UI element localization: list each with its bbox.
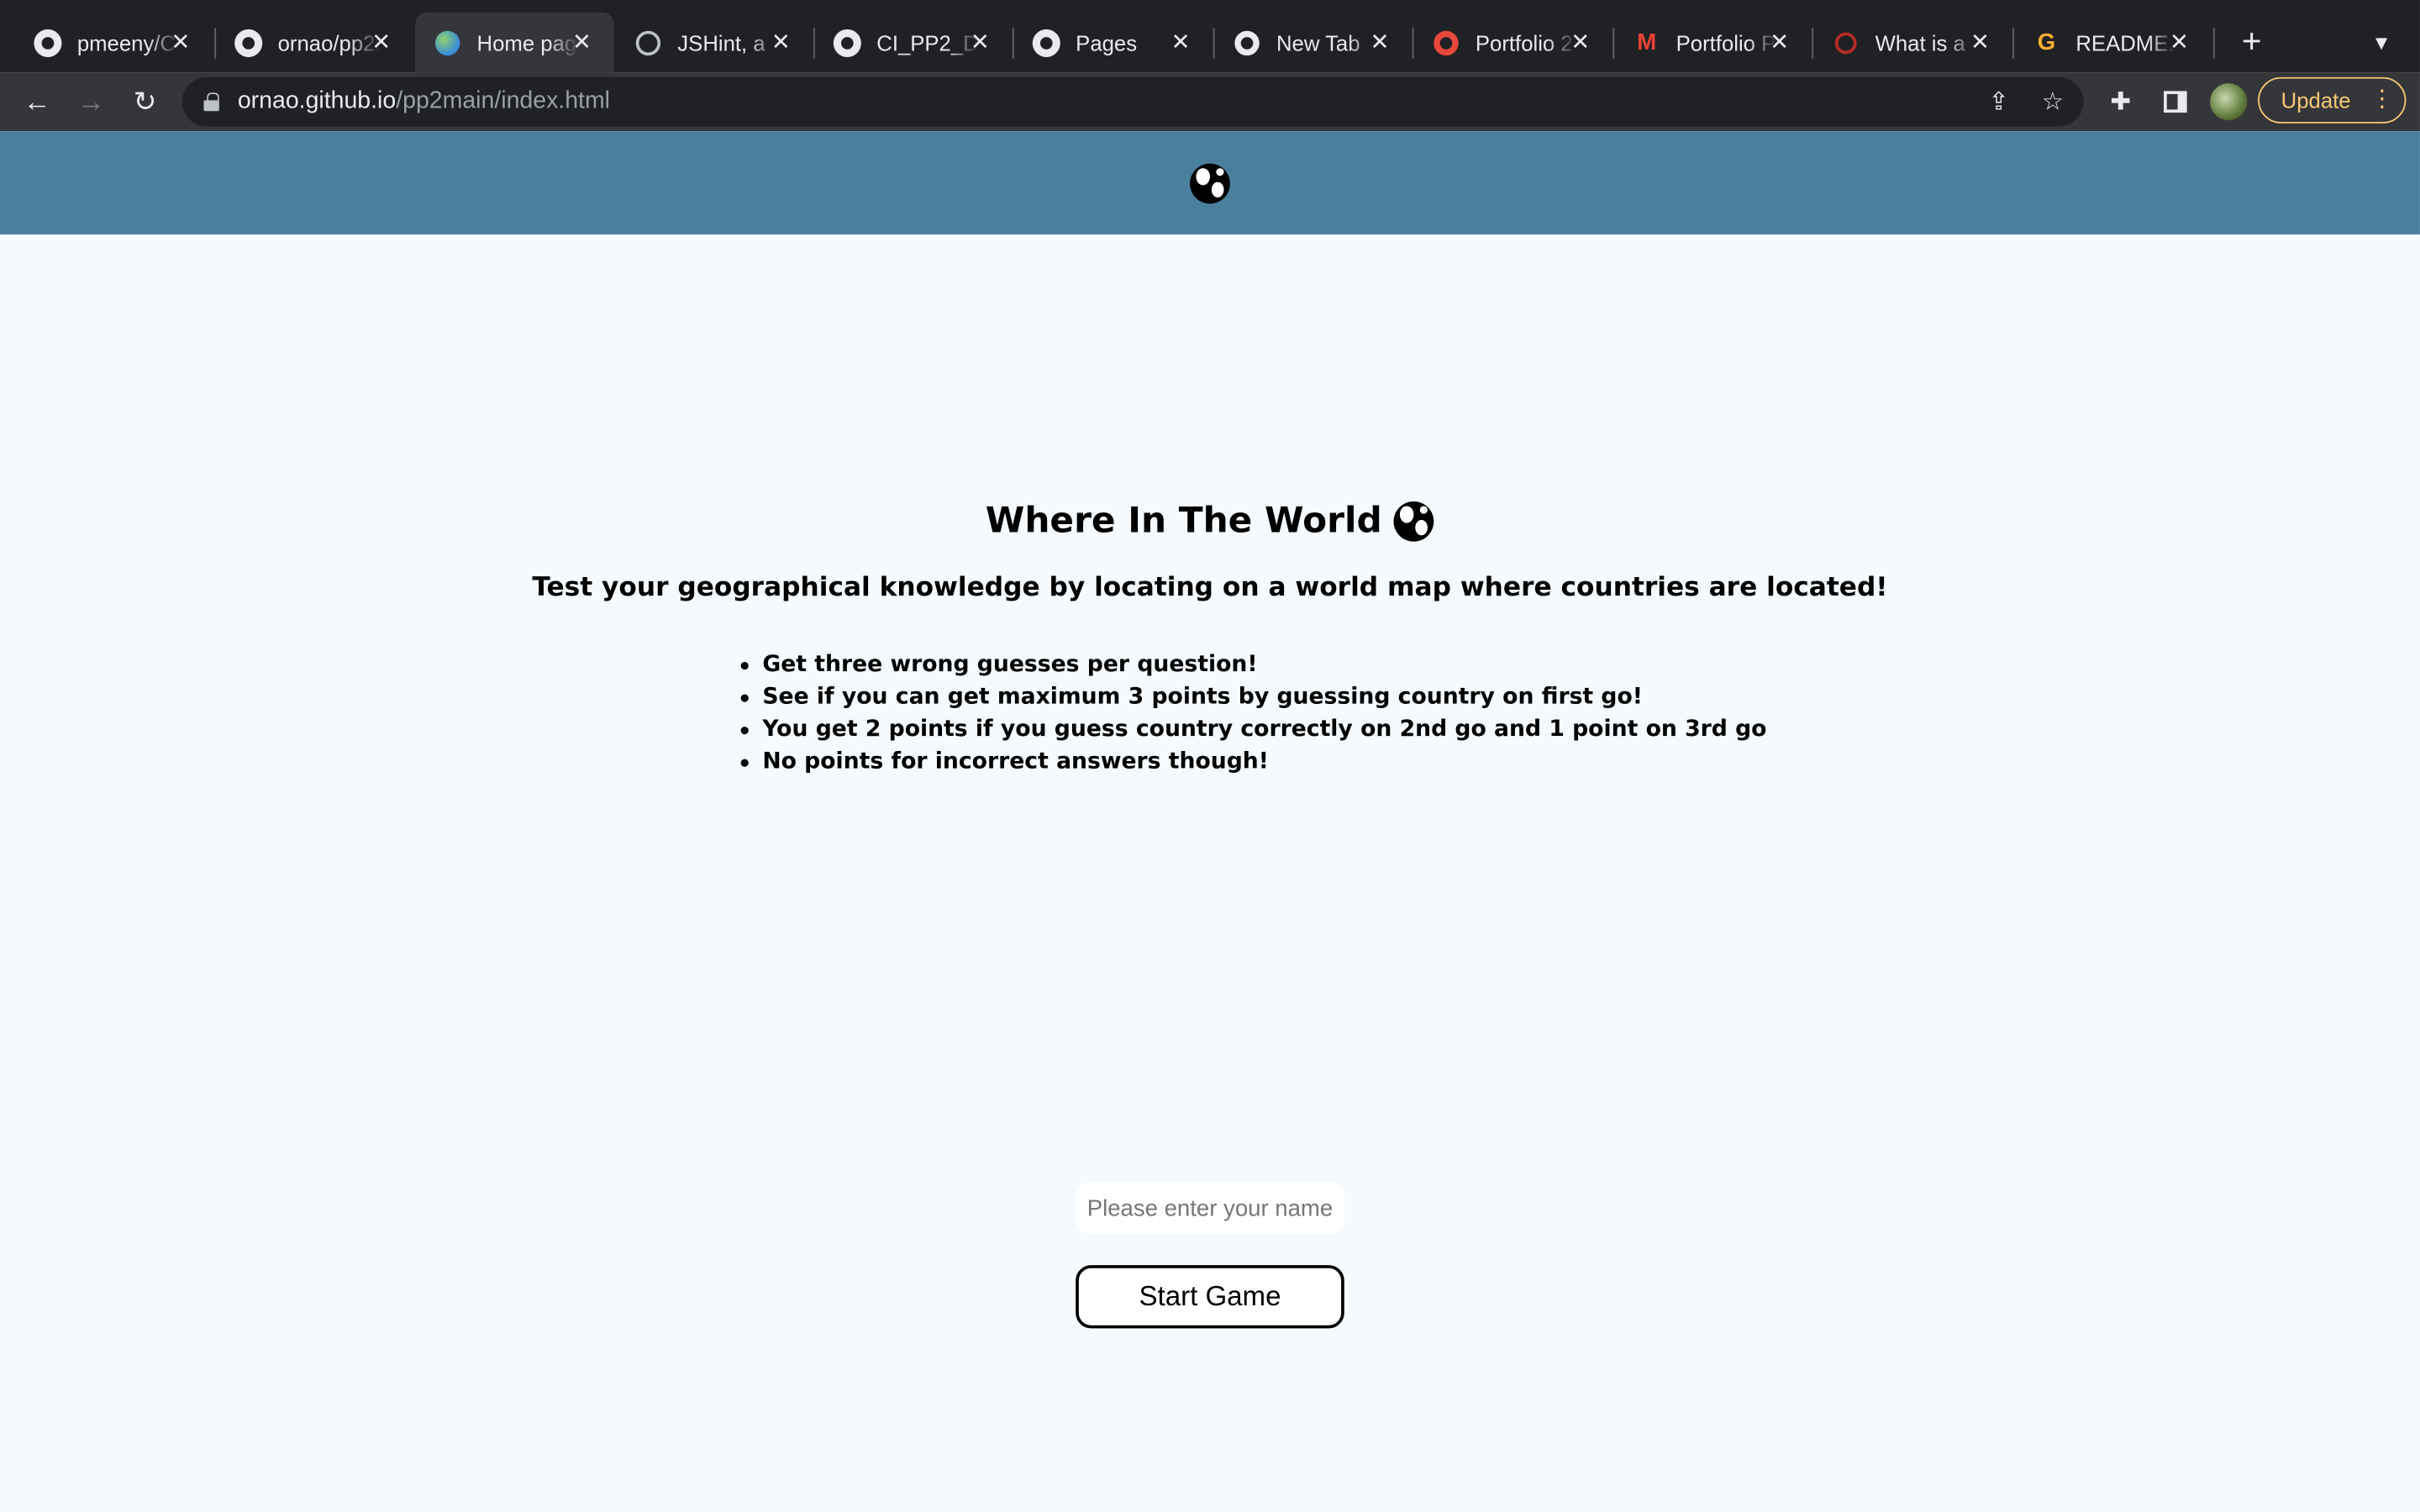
- update-button[interactable]: Update ⋮: [2258, 76, 2407, 123]
- update-label: Update: [2281, 87, 2351, 113]
- reload-icon[interactable]: ↻: [124, 81, 166, 123]
- close-icon[interactable]: ✕: [1167, 28, 1195, 55]
- tab-new-tab[interactable]: New Tab ✕: [1214, 13, 1412, 73]
- rule-item: You get 2 points if you guess country co…: [738, 714, 1766, 747]
- close-icon[interactable]: ✕: [1966, 28, 1994, 55]
- tab-quora[interactable]: What is a ✕: [1813, 13, 2012, 73]
- intro-section: Where In The World Test your geographica…: [0, 501, 2420, 1329]
- url-host: ornao.github.io: [237, 87, 397, 114]
- tab-divider: [2212, 28, 2215, 59]
- rule-item: No points for incorrect answers though!: [738, 747, 1767, 780]
- close-icon[interactable]: ✕: [568, 28, 596, 55]
- close-icon[interactable]: ✕: [1765, 28, 1793, 55]
- tab-label: Pages: [1076, 29, 1138, 55]
- tab-search-chevron-icon[interactable]: ▼: [2365, 24, 2398, 58]
- tab-label: New Tab: [1276, 29, 1360, 55]
- rules-list: Get three wrong guesses per question! Se…: [738, 649, 1767, 780]
- quora-icon: [1832, 29, 1860, 56]
- github-icon: [34, 28, 62, 57]
- globe-icon: [1190, 162, 1230, 203]
- tab-label: Home page: [476, 29, 579, 55]
- close-icon[interactable]: ✕: [1365, 28, 1393, 55]
- name-input[interactable]: [1076, 1181, 1344, 1235]
- tab-label: Portfolio P: [1676, 29, 1776, 55]
- more-menu-icon[interactable]: ⋮: [2370, 85, 2394, 113]
- ring-icon: [1432, 29, 1460, 56]
- extensions-puzzle-icon[interactable]: ✚: [2101, 81, 2141, 122]
- close-icon[interactable]: ✕: [966, 28, 994, 55]
- tab-label: Portfolio 2: [1475, 29, 1573, 55]
- profile-avatar[interactable]: [2210, 83, 2248, 121]
- github-icon: [1032, 28, 1060, 57]
- close-icon[interactable]: ✕: [2165, 28, 2193, 55]
- close-icon[interactable]: ✕: [367, 28, 395, 55]
- bookmark-star-icon[interactable]: ☆: [2036, 85, 2070, 118]
- chrome-icon: [1234, 29, 1261, 56]
- tab-portfolio-2[interactable]: Portfolio 2 ✕: [1413, 13, 1612, 73]
- tab-home-page[interactable]: Home page ✕: [415, 12, 615, 73]
- tab-label: CI_PP2_D: [876, 29, 979, 55]
- tab-gmail-portfolio[interactable]: M Portfolio P ✕: [1614, 13, 1812, 73]
- back-arrow-icon[interactable]: ←: [15, 81, 58, 123]
- page-subtitle: Test your geographical knowledge by loca…: [532, 572, 1888, 604]
- start-game-button[interactable]: Start Game: [1076, 1265, 1344, 1329]
- tab-label: JSHint, a: [677, 29, 765, 55]
- tab-readme[interactable]: G README.md ✕: [2014, 13, 2212, 73]
- gmail-icon: M: [1637, 29, 1657, 56]
- url-path: /pp2main/index.html: [396, 87, 611, 114]
- globe-favicon-icon: [434, 29, 461, 56]
- tab-strip: pmeeny/CI_PP2 ✕ ornao/pp2main ✕ Home pag…: [0, 0, 2420, 73]
- page-title: Where In The World: [0, 501, 2420, 542]
- close-icon[interactable]: ✕: [1566, 28, 1594, 55]
- tab-jshint[interactable]: JSHint, a ✕: [616, 13, 813, 73]
- tab-github-ornao[interactable]: ornao/pp2main ✕: [216, 13, 413, 73]
- globe-icon: [1394, 501, 1435, 542]
- web-page: Where In The World Test your geographica…: [0, 131, 2420, 1512]
- tab-github-pages[interactable]: Pages ✕: [1014, 13, 1213, 73]
- address-bar[interactable]: ornao.github.io/pp2main/index.html ⇪ ☆: [182, 76, 2084, 127]
- rule-item: See if you can get maximum 3 points by g…: [738, 682, 1767, 715]
- tab-label: README.md: [2075, 29, 2177, 55]
- github-icon: [833, 28, 861, 57]
- browser-toolbar: ← → ↻ ornao.github.io/pp2main/index.html…: [0, 72, 2420, 132]
- new-tab-plus-icon[interactable]: +: [2232, 22, 2272, 62]
- close-icon[interactable]: ✕: [767, 28, 795, 55]
- page-title-text: Where In The World: [985, 501, 1382, 542]
- share-icon[interactable]: ⇪: [1981, 85, 2015, 118]
- tab-label: What is a: [1875, 29, 1965, 55]
- side-panel-icon[interactable]: [2154, 81, 2195, 122]
- github-icon: [234, 28, 263, 57]
- lock-icon: [203, 92, 219, 112]
- forward-arrow-icon[interactable]: →: [70, 81, 113, 123]
- tab-label: pmeeny/CI_PP2: [76, 29, 180, 55]
- globe-icon: [634, 29, 662, 56]
- tab-github-ci-pp2[interactable]: CI_PP2_D ✕: [815, 13, 1013, 73]
- rule-item: Get three wrong guesses per question!: [738, 649, 1767, 682]
- close-icon[interactable]: ✕: [166, 28, 194, 55]
- tab-label: ornao/pp2main: [277, 29, 380, 55]
- site-header: [0, 131, 2420, 235]
- tab-github-pmeeny[interactable]: pmeeny/CI_PP2 ✕: [15, 13, 213, 73]
- url-text[interactable]: ornao.github.io/pp2main/index.html: [238, 88, 610, 116]
- gitpod-icon: G: [2037, 29, 2056, 56]
